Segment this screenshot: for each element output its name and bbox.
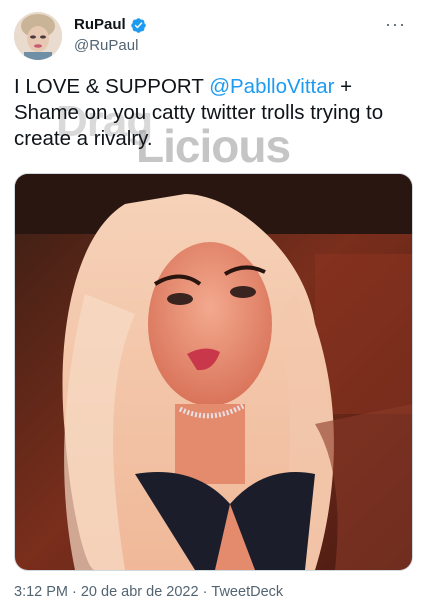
- mention-link[interactable]: @PablloVittar: [209, 75, 334, 98]
- meta-separator: ·: [72, 584, 77, 600]
- tweet-text-suffix: +: [334, 75, 353, 98]
- tweet-text: I LOVE & SUPPORT @PablloVittar + Shame o…: [14, 74, 414, 152]
- tweet-date[interactable]: 20 de abr de 2022: [81, 584, 199, 600]
- meta-separator: ·: [202, 584, 208, 600]
- avatar[interactable]: [14, 12, 62, 60]
- verified-badge-icon: [130, 17, 146, 33]
- tweet-photo[interactable]: [14, 173, 413, 571]
- tweet-text-prefix: I LOVE & SUPPORT: [14, 75, 210, 98]
- user-handle[interactable]: @RuPaul: [74, 36, 147, 56]
- tweet-meta: 3:12 PM · 20 de abr de 2022 · TweetDeck: [14, 582, 283, 602]
- tweet-time[interactable]: 3:12 PM: [14, 584, 68, 600]
- tweet-header: RuPaul @RuPaul ···: [14, 12, 408, 60]
- avatar-image: [14, 12, 62, 60]
- more-horizontal-icon[interactable]: ···: [385, 14, 406, 35]
- photo-image: [15, 174, 412, 570]
- display-name[interactable]: RuPaul: [74, 15, 126, 35]
- tweet-source[interactable]: TweetDeck: [211, 584, 283, 600]
- tweet-text-rest: Shame on you catty twitter trolls trying…: [14, 101, 384, 150]
